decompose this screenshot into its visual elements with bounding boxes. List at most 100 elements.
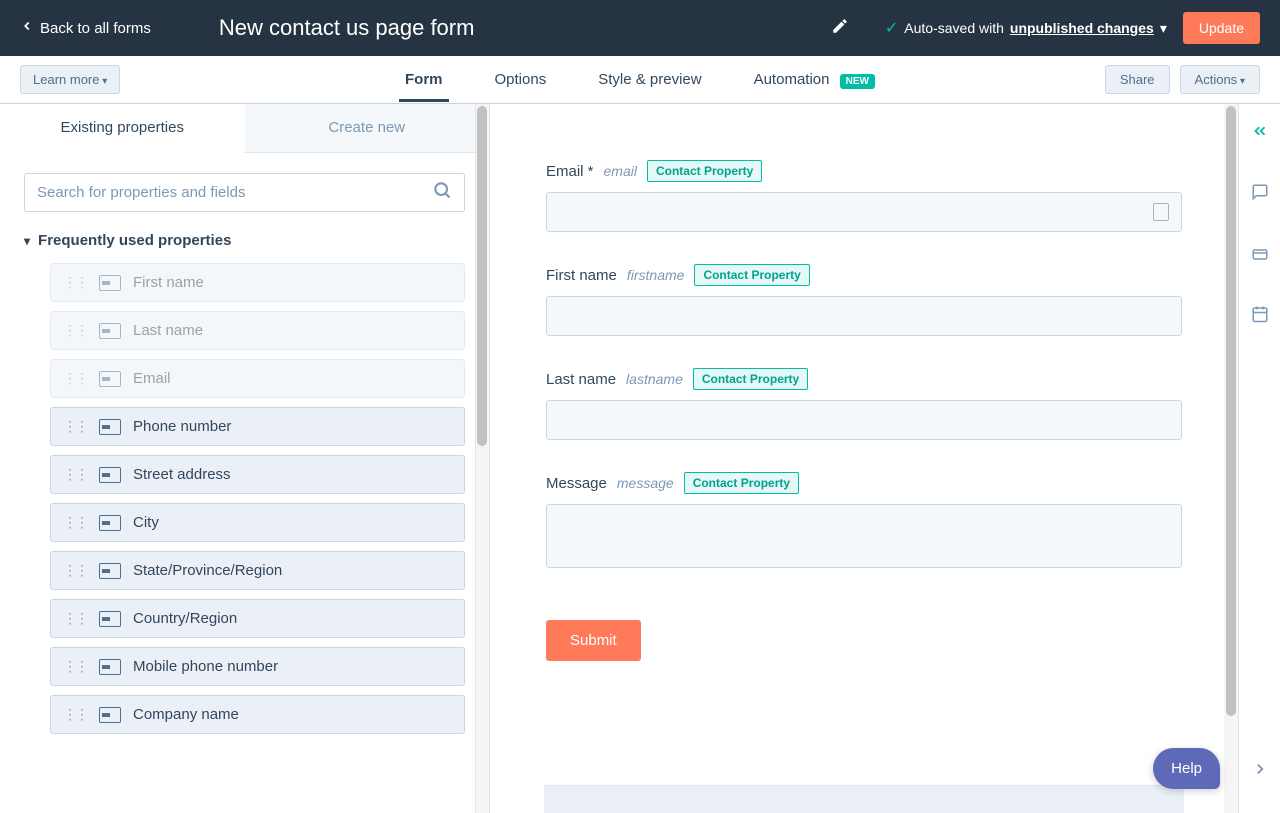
autosave-link: unpublished changes [1010,20,1154,36]
tab-options[interactable]: Options [489,58,553,101]
update-button[interactable]: Update [1183,12,1260,44]
search-icon[interactable] [432,180,452,205]
form-field[interactable]: First namefirstnameContact Property [546,264,1182,336]
drag-handle-icon: ⋮⋮ [63,322,87,339]
actions-button[interactable]: Actions [1180,65,1260,94]
property-item[interactable]: ⋮⋮Mobile phone number [50,647,465,686]
property-label: Phone number [133,418,231,435]
property-label: Company name [133,706,239,723]
search-input[interactable] [37,174,432,211]
tab-automation[interactable]: Automation NEW [748,58,881,101]
property-label: Street address [133,466,231,483]
inbox-icon[interactable] [1251,244,1269,267]
new-badge: NEW [840,74,875,89]
field-label-row: Message message Contact Property [546,472,1182,494]
text-field-icon [99,563,121,579]
field-label: Last name [546,371,616,388]
text-field-icon [99,515,121,531]
autosave-status[interactable]: ✓ Auto-saved with unpublished changes ▾ [885,18,1167,38]
text-field-icon [99,275,121,291]
property-label: State/Province/Region [133,562,282,579]
workspace: Existing properties Create new ▾ Frequen… [0,104,1280,813]
back-to-forms-link[interactable]: Back to all forms [20,19,151,37]
submit-button[interactable]: Submit [546,620,641,661]
text-field-icon [99,371,121,387]
contact-card-icon [1153,203,1169,221]
field-slug: email [604,163,637,179]
property-item[interactable]: ⋮⋮ Company name [50,695,465,734]
form-canvas: Email *emailContact Property First namefi… [490,104,1238,813]
field-label: Message [546,475,607,492]
field-slug: lastname [626,371,683,387]
property-item[interactable]: ⋮⋮ State/Province/Region [50,551,465,590]
text-field-icon [99,419,121,435]
sidebar-right [1238,104,1280,813]
search-wrap [0,153,489,232]
drag-handle-icon[interactable]: ⋮⋮ [63,706,87,723]
form-title[interactable]: New contact us page form [219,15,475,41]
property-item: ⋮⋮First name [50,263,465,302]
field-slug: message [617,475,674,491]
property-label: City [133,514,159,531]
contact-property-badge: Contact Property [684,472,799,494]
checkmark-icon: ✓ [885,18,898,38]
property-list: ⋮⋮First name⋮⋮Last name⋮⋮Email⋮⋮Phone nu… [0,263,489,743]
canvas-scrollbar-thumb[interactable] [1226,106,1236,716]
canvas-scrollbar[interactable] [1224,104,1238,813]
drag-handle-icon[interactable]: ⋮⋮ [63,562,87,579]
calendar-icon[interactable] [1251,305,1269,328]
collapse-panel-icon[interactable] [1251,122,1269,145]
drag-handle-icon[interactable]: ⋮⋮ [63,466,87,483]
top-bar: Back to all forms New contact us page fo… [0,0,1280,56]
property-item[interactable]: ⋮⋮ City [50,503,465,542]
property-item[interactable]: ⋮⋮ Street address [50,455,465,494]
contact-property-badge: Contact Property [694,264,809,286]
drag-handle-icon[interactable]: ⋮⋮ [63,514,87,531]
property-item[interactable]: ⋮⋮ Phone number [50,407,465,446]
canvas-bottom-bar [544,785,1184,813]
contact-property-badge: Contact Property [693,368,808,390]
learn-more-button[interactable]: Learn more [20,65,120,94]
back-label: Back to all forms [40,20,151,37]
chevron-right-icon[interactable] [1251,760,1269,783]
form-field[interactable]: Message message Contact Property [546,472,1182,568]
menu-left: Learn more [20,65,120,94]
tab-style-preview[interactable]: Style & preview [592,58,707,101]
tab-form[interactable]: Form [399,58,449,101]
text-field-icon [99,323,121,339]
tab-existing-properties[interactable]: Existing properties [0,104,245,153]
chat-icon[interactable] [1251,183,1269,206]
tab-automation-label: Automation [754,71,830,88]
text-field-icon [99,467,121,483]
topbar-right: ✓ Auto-saved with unpublished changes ▾ … [831,12,1260,44]
tab-create-new[interactable]: Create new [245,104,490,152]
autosave-prefix: Auto-saved with [904,20,1004,36]
drag-handle-icon[interactable]: ⋮⋮ [63,658,87,675]
menu-center-tabs: Form Options Style & preview Automation … [399,58,881,101]
field-input[interactable] [546,504,1182,568]
text-field-icon [99,611,121,627]
share-button[interactable]: Share [1105,65,1170,94]
sidebar-tabs: Existing properties Create new [0,104,489,153]
field-input[interactable] [546,192,1182,232]
text-field-icon [99,659,121,675]
field-input[interactable] [546,296,1182,336]
section-title: Frequently used properties [38,232,231,249]
frequently-used-header[interactable]: ▾ Frequently used properties [0,232,489,263]
form-field[interactable]: Email *emailContact Property [546,160,1182,232]
form-field[interactable]: Last name lastname Contact Property [546,368,1182,440]
sidebar-scrollbar[interactable] [475,104,489,813]
caret-down-icon: ▾ [1160,20,1167,37]
drag-handle-icon[interactable]: ⋮⋮ [63,418,87,435]
property-item[interactable]: ⋮⋮Country/Region [50,599,465,638]
field-label-row: Last name lastname Contact Property [546,368,1182,390]
field-input[interactable] [546,400,1182,440]
drag-handle-icon[interactable]: ⋮⋮ [63,610,87,627]
property-item: ⋮⋮Last name [50,311,465,350]
field-label-row: First namefirstnameContact Property [546,264,1182,286]
property-label: First name [133,274,204,291]
help-button[interactable]: Help [1153,748,1220,789]
edit-title-icon[interactable] [831,17,849,40]
sidebar-scrollbar-thumb[interactable] [477,106,487,446]
property-label: Email [133,370,171,387]
